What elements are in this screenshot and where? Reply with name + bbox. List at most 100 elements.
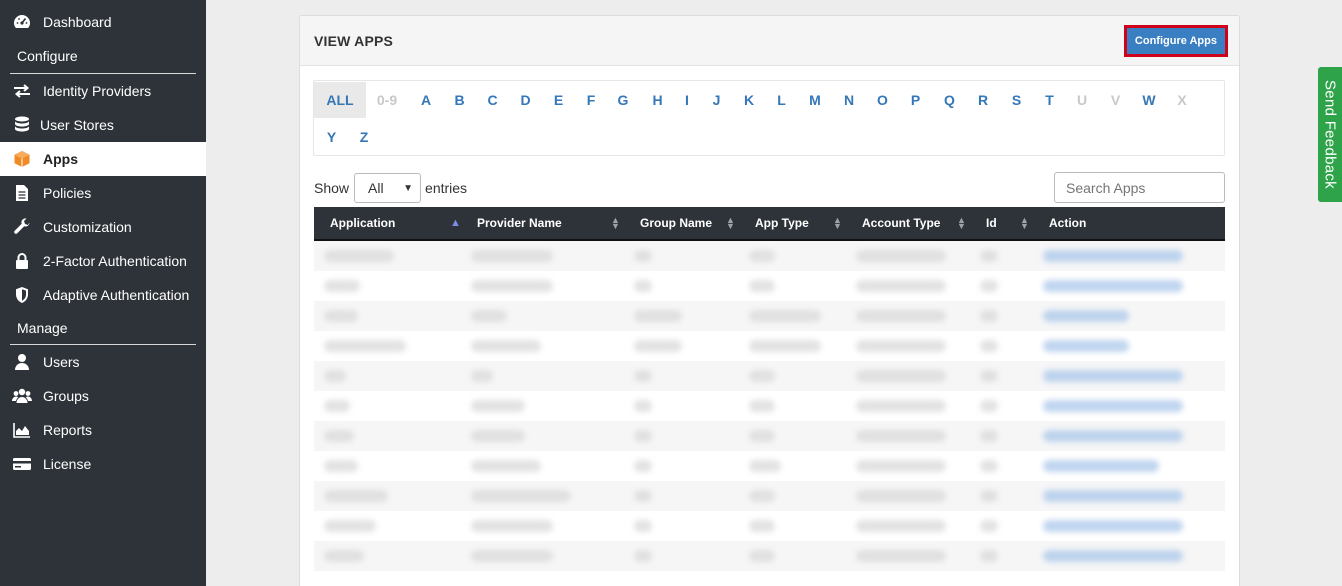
column-header-application[interactable]: Application — [330, 207, 395, 240]
row-action-links[interactable] — [1043, 430, 1183, 442]
letter-filter-w[interactable]: W — [1133, 82, 1165, 118]
nav-dashboard[interactable]: Dashboard — [0, 5, 206, 39]
user-icon — [12, 352, 32, 372]
table-cell — [471, 460, 541, 472]
letter-filter-c[interactable]: C — [476, 82, 509, 118]
table-row[interactable] — [314, 391, 1225, 421]
table-row[interactable] — [314, 361, 1225, 391]
table-cell — [856, 340, 946, 352]
table-row[interactable] — [314, 241, 1225, 271]
table-row[interactable] — [314, 421, 1225, 451]
nav-label: Policies — [43, 185, 92, 201]
letter-filter-a[interactable]: A — [409, 82, 443, 118]
row-action-links[interactable] — [1043, 400, 1183, 412]
nav-customization[interactable]: Customization — [0, 210, 206, 244]
letter-filter-g[interactable]: G — [607, 82, 639, 118]
table-row[interactable] — [314, 301, 1225, 331]
letter-filter-x: X — [1177, 92, 1187, 108]
nav-policies[interactable]: Policies — [0, 176, 206, 210]
table-cell — [324, 460, 358, 472]
alphabet-filter: ALL 0-9 A B C D E F G H I J K L M N O P Q R S T U V W X Y Z — [313, 80, 1225, 156]
letter-filter-e[interactable]: E — [542, 82, 575, 118]
search-apps-input[interactable] — [1054, 172, 1225, 203]
nav-label: Users — [43, 354, 80, 370]
column-header-action[interactable]: Action — [1049, 207, 1086, 240]
row-action-links[interactable] — [1043, 370, 1183, 382]
row-action-links[interactable] — [1043, 340, 1129, 352]
table-cell — [980, 520, 998, 532]
row-action-links[interactable] — [1043, 550, 1183, 562]
column-header-account-type[interactable]: Account Type — [862, 207, 940, 240]
document-icon — [12, 183, 32, 203]
table-header: Application ▲ Provider Name ▲ ▼ Group Name ▲ ▼ A… — [314, 207, 1225, 241]
nav-license[interactable]: License — [0, 447, 206, 481]
nav-label: User Stores — [40, 117, 114, 133]
nav-groups[interactable]: Groups — [0, 379, 206, 413]
table-row[interactable] — [314, 331, 1225, 361]
entries-select[interactable]: All ▼ — [354, 173, 422, 203]
table-row[interactable] — [314, 541, 1225, 571]
table-cell — [856, 460, 946, 472]
letter-filter-o[interactable]: O — [866, 82, 899, 118]
sort-asc-icon[interactable]: ▲ — [450, 207, 461, 240]
table-cell — [324, 310, 358, 322]
row-action-links[interactable] — [1043, 280, 1183, 292]
letter-filter-d[interactable]: D — [509, 82, 542, 118]
letter-filter-f[interactable]: F — [575, 82, 607, 118]
letter-filter-y[interactable]: Y — [314, 119, 349, 155]
table-cell — [749, 370, 775, 382]
nav-identity-providers[interactable]: Identity Providers — [0, 74, 206, 108]
row-action-links[interactable] — [1043, 250, 1183, 262]
table-row[interactable] — [314, 481, 1225, 511]
letter-filter-k[interactable]: K — [733, 82, 765, 118]
letter-filter-z[interactable]: Z — [349, 119, 379, 155]
row-action-links[interactable] — [1043, 520, 1183, 532]
column-header-provider-name[interactable]: Provider Name — [477, 207, 562, 240]
table-cell — [634, 490, 652, 502]
letter-filter-q[interactable]: Q — [933, 82, 966, 118]
row-action-links[interactable] — [1043, 490, 1183, 502]
letter-filter-m[interactable]: M — [798, 82, 832, 118]
letter-filter-n[interactable]: N — [832, 82, 866, 118]
letter-filter-s[interactable]: S — [1000, 82, 1033, 118]
nav-label: Reports — [43, 422, 93, 438]
letter-filter-t[interactable]: T — [1033, 82, 1066, 118]
table-cell — [471, 370, 493, 382]
letter-filter-i[interactable]: I — [674, 82, 700, 118]
letter-filter-l[interactable]: L — [765, 82, 798, 118]
show-label: Show — [314, 180, 350, 196]
send-feedback-tab[interactable]: Send Feedback — [1318, 67, 1342, 202]
table-row[interactable] — [314, 511, 1225, 541]
sort-icon[interactable]: ▲ ▼ — [1020, 207, 1029, 240]
shield-icon — [12, 285, 32, 305]
nav-2-factor-authentication[interactable]: 2-Factor Authentication — [0, 244, 206, 278]
sort-icon[interactable]: ▲ ▼ — [726, 207, 735, 240]
letter-filter-j[interactable]: J — [700, 82, 733, 118]
configure-apps-button[interactable]: Configure Apps — [1123, 24, 1228, 57]
row-action-links[interactable] — [1043, 310, 1129, 322]
nav-user-stores[interactable]: User Stores — [0, 108, 206, 142]
letter-filter-p[interactable]: P — [899, 82, 932, 118]
sort-icon[interactable]: ▲ ▼ — [957, 207, 966, 240]
page-title: VIEW APPS — [314, 32, 394, 49]
nav-reports[interactable]: Reports — [0, 413, 206, 447]
letter-filter-h[interactable]: H — [641, 82, 674, 118]
letter-filter-r[interactable]: R — [966, 82, 1000, 118]
letter-filter-all[interactable]: ALL — [314, 82, 366, 118]
sort-icon[interactable]: ▲ ▼ — [611, 207, 620, 240]
nav-users[interactable]: Users — [0, 345, 206, 379]
nav-adaptive-authentication[interactable]: Adaptive Authentication — [0, 278, 206, 312]
nav-label: Customization — [43, 219, 132, 235]
column-header-id[interactable]: Id — [986, 207, 997, 240]
apps-table: Application ▲ Provider Name ▲ ▼ Group Name ▲ ▼ A… — [314, 207, 1225, 571]
cube-icon — [12, 149, 32, 169]
letter-filter-b[interactable]: B — [443, 82, 476, 118]
table-row[interactable] — [314, 271, 1225, 301]
table-row[interactable] — [314, 451, 1225, 481]
sort-icon[interactable]: ▲ ▼ — [833, 207, 842, 240]
column-header-app-type[interactable]: App Type — [755, 207, 809, 240]
column-header-group-name[interactable]: Group Name — [640, 207, 712, 240]
nav-apps[interactable]: Apps — [0, 142, 206, 176]
row-action-links[interactable] — [1043, 460, 1159, 472]
database-icon — [12, 115, 32, 135]
